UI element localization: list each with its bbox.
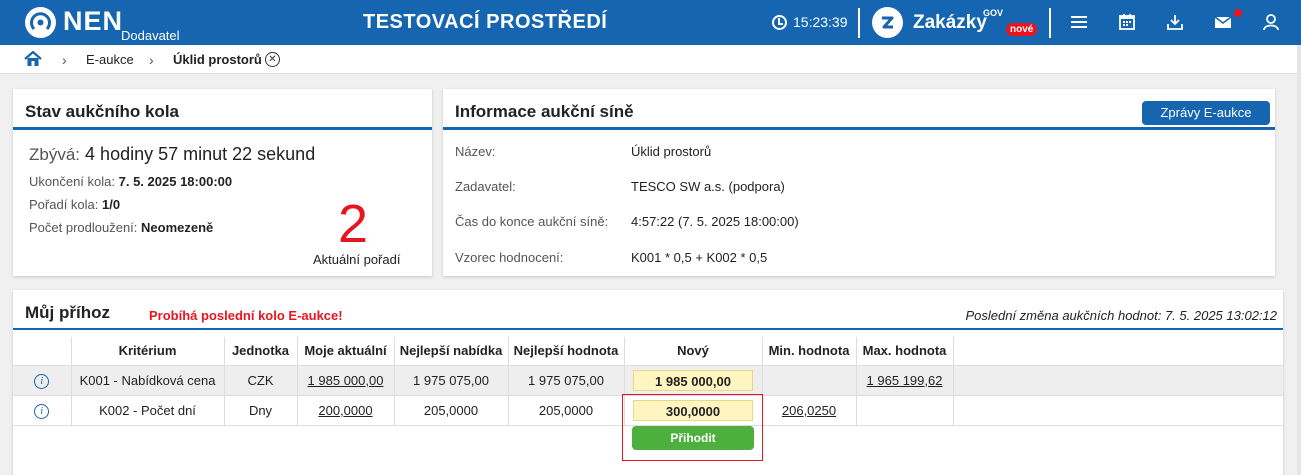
- scrollbar[interactable]: [1297, 45, 1301, 475]
- table-row: i K001 - Nabídková cena CZK 1 985 000,00…: [13, 365, 1283, 396]
- best-offer-cell: 205,0000: [394, 395, 509, 426]
- panel-rule: [443, 127, 1275, 130]
- info-icon[interactable]: i: [34, 373, 50, 389]
- nen-logo-icon[interactable]: [25, 7, 56, 38]
- remaining-label: Zbývá:: [29, 145, 81, 164]
- table-header-row: Kritérium Jednotka Moje aktuální Nejlepš…: [13, 337, 1283, 366]
- column-header: Nejlepší hodnota: [508, 337, 625, 366]
- round-end: Ukončení kola: 7. 5. 2025 18:00:00: [29, 174, 232, 189]
- round-order-value: 1/0: [102, 197, 121, 212]
- last-change-info: Poslední změna aukčních hodnot: 7. 5. 20…: [965, 308, 1277, 323]
- round-order-label: Pořadí kola:: [29, 197, 99, 212]
- my-current-value[interactable]: 200,0000: [318, 403, 372, 418]
- round-end-value: 7. 5. 2025 18:00:00: [118, 174, 233, 189]
- round-end-label: Ukončení kola:: [29, 174, 115, 189]
- clock-icon: [772, 15, 787, 30]
- max-value-cell: [856, 395, 954, 426]
- download-icon[interactable]: [1165, 12, 1185, 32]
- info-label: Název:: [455, 144, 496, 159]
- column-header: Moje aktuální: [297, 337, 395, 366]
- column-header: Kritérium: [71, 337, 225, 366]
- logo-subtitle: Dodavatel: [121, 28, 180, 43]
- auction-info-panel: Informace aukční síně Zprávy E-aukce Náz…: [443, 89, 1275, 276]
- user-icon[interactable]: [1261, 12, 1281, 32]
- extensions: Počet prodloužení: Neomezeně: [29, 220, 213, 235]
- panel-rule: [13, 328, 1283, 330]
- panel-title: Informace aukční síně: [455, 102, 634, 121]
- last-round-warning: Probíhá poslední kolo E-aukce!: [149, 308, 343, 323]
- zakazky-logo-icon[interactable]: [872, 7, 903, 38]
- remaining-value: 4 hodiny 57 minut 22 sekund: [85, 144, 316, 164]
- divider: [858, 8, 860, 38]
- breadcrumb-item-current: Úklid prostorů: [173, 52, 262, 67]
- zakazky-link[interactable]: Zakázky: [913, 12, 987, 34]
- close-icon[interactable]: ✕: [265, 52, 280, 67]
- column-header: Max. hodnota: [856, 337, 954, 366]
- notification-dot: [1234, 9, 1242, 17]
- column-header: Nejlepší nabídka: [394, 337, 509, 366]
- top-bar: NEN Dodavatel TESTOVACÍ PROSTŘEDÍ 15:23:…: [0, 0, 1301, 45]
- panel-title: Můj příhoz: [25, 303, 110, 322]
- criterion-cell: K002 - Počet dní: [71, 395, 225, 426]
- round-order: Pořadí kola: 1/0: [29, 197, 120, 212]
- column-header: Nový: [624, 337, 763, 366]
- info-value: K001 * 0,5 + K002 * 0,5: [631, 250, 768, 265]
- current-rank: 2: [338, 194, 369, 254]
- menu-icon[interactable]: [1069, 12, 1089, 32]
- session-clock: 15:23:39: [772, 14, 848, 30]
- gov-label: GOV: [983, 8, 1004, 18]
- column-header: Jednotka: [224, 337, 298, 366]
- unit-cell: Dny: [224, 395, 298, 426]
- info-label: Vzorec hodnocení:: [455, 250, 564, 265]
- calendar-icon[interactable]: [1117, 12, 1137, 32]
- place-bid-button[interactable]: Přihodit: [632, 426, 754, 450]
- auction-messages-button[interactable]: Zprávy E-aukce: [1142, 101, 1270, 125]
- divider: [1049, 8, 1051, 38]
- clock-time: 15:23:39: [793, 14, 848, 30]
- new-badge: nové: [1006, 23, 1038, 36]
- breadcrumb-item-eaukce[interactable]: E-aukce: [86, 52, 134, 67]
- mail-icon[interactable]: [1213, 12, 1233, 32]
- logo-text[interactable]: NEN: [63, 6, 123, 37]
- round-status-panel: Stav aukčního kola Zbývá: 4 hodiny 57 mi…: [13, 89, 432, 276]
- extensions-value: Neomezeně: [141, 220, 214, 235]
- max-value[interactable]: 1 965 199,62: [867, 373, 943, 388]
- panel-title: Stav aukčního kola: [25, 102, 179, 121]
- home-icon[interactable]: [24, 51, 42, 67]
- info-icon[interactable]: i: [34, 403, 50, 419]
- chevron-right-icon: ›: [62, 52, 67, 68]
- info-value: Úklid prostorů: [631, 144, 712, 159]
- info-value: 4:57:22 (7. 5. 2025 18:00:00): [631, 214, 799, 229]
- best-offer-cell: 1 975 075,00: [394, 365, 509, 396]
- best-value-cell: 205,0000: [508, 395, 625, 426]
- unit-cell: CZK: [224, 365, 298, 396]
- criterion-cell: K001 - Nabídková cena: [71, 365, 225, 396]
- info-label: Čas do konce aukční síně:: [455, 214, 609, 229]
- min-value-cell: [762, 365, 857, 396]
- info-value: TESCO SW a.s. (podpora): [631, 179, 785, 194]
- new-value-input[interactable]: 1 985 000,00: [633, 369, 753, 391]
- current-rank-label: Aktuální pořadí: [313, 252, 401, 267]
- remaining-time: Zbývá: 4 hodiny 57 minut 22 sekund: [29, 144, 315, 165]
- my-current-value[interactable]: 1 985 000,00: [308, 373, 384, 388]
- column-header: Min. hodnota: [762, 337, 857, 366]
- breadcrumb: › E-aukce › Úklid prostorů ✕: [0, 45, 1301, 74]
- info-label: Zadavatel:: [455, 179, 516, 194]
- environment-title: TESTOVACÍ PROSTŘEDÍ: [363, 11, 608, 33]
- extensions-label: Počet prodloužení:: [29, 220, 138, 235]
- panel-rule: [13, 127, 432, 130]
- min-value[interactable]: 206,0250: [782, 403, 836, 418]
- chevron-right-icon: ›: [149, 52, 154, 68]
- best-value-cell: 1 975 075,00: [508, 365, 625, 396]
